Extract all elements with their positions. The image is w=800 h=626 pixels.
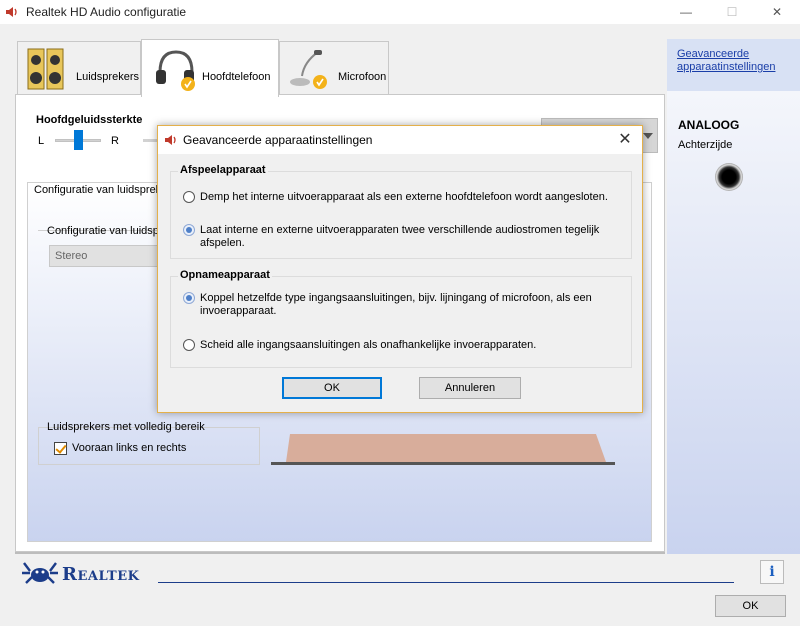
separate-streams-radio[interactable] bbox=[183, 224, 195, 236]
title-bar: Realtek HD Audio configuratie — ☐ ✕ bbox=[0, 0, 800, 24]
front-lr-checkbox-label[interactable]: Vooraan links en rechts bbox=[72, 442, 186, 454]
tie-inputs-radio[interactable] bbox=[183, 292, 195, 304]
recording-group bbox=[170, 276, 632, 368]
maximize-button[interactable]: ☐ bbox=[709, 0, 755, 24]
dialog-ok-button[interactable]: OK bbox=[282, 377, 382, 399]
balance-right-label: R bbox=[111, 135, 119, 147]
speaker-icon bbox=[6, 7, 17, 17]
connector-location: Achterzijde bbox=[678, 139, 733, 151]
speaker-config-subtitle: Configuratie van luidsp bbox=[47, 225, 159, 237]
dialog-title-bar: Geavanceerde apparaatinstellingen ✕ bbox=[158, 126, 642, 154]
master-volume-title: Hoofdgeluidssterkte bbox=[36, 114, 143, 126]
tab-headphones-label: Hoofdtelefoon bbox=[202, 71, 271, 83]
dialog-close-button[interactable]: ✕ bbox=[614, 129, 636, 151]
separate-inputs-radio[interactable] bbox=[183, 339, 195, 351]
window-title: Realtek HD Audio configuratie bbox=[26, 5, 187, 19]
main-ok-button[interactable]: OK bbox=[715, 595, 786, 617]
microphone-icon bbox=[290, 50, 327, 89]
advanced-settings-box: Geavanceerde apparaatinstellingen bbox=[667, 39, 800, 91]
speaker-config-select[interactable]: Stereo bbox=[49, 245, 159, 267]
speaker-config-title: Configuratie van luidspreke bbox=[34, 184, 168, 196]
tie-inputs-label[interactable]: Koppel hetzelfde type ingangsaansluiting… bbox=[200, 292, 620, 318]
balance-left-label: L bbox=[38, 135, 45, 147]
brand-underline bbox=[158, 582, 734, 583]
chevron-down-icon bbox=[643, 133, 653, 139]
room-floor-edge bbox=[271, 462, 615, 465]
audio-jack-icon[interactable] bbox=[715, 163, 743, 191]
advanced-settings-link-line1: Geavanceerde bbox=[677, 48, 750, 60]
playback-group-title: Afspeelapparaat bbox=[178, 164, 268, 176]
close-button[interactable]: ✕ bbox=[754, 0, 800, 24]
info-button[interactable]: i bbox=[760, 560, 784, 584]
speakers-icon bbox=[27, 48, 64, 90]
mute-internal-label[interactable]: Demp het interne uitvoerapparaat als een… bbox=[200, 191, 620, 204]
advanced-settings-dialog: Geavanceerde apparaatinstellingen ✕ Afsp… bbox=[157, 125, 643, 413]
realtek-crab-icon bbox=[22, 562, 58, 584]
headphones-icon bbox=[156, 50, 195, 91]
separate-inputs-label[interactable]: Scheid alle ingangsaansluitingen als ona… bbox=[200, 339, 620, 352]
tab-microphone-label: Microfoon bbox=[338, 71, 387, 83]
minimize-button[interactable]: — bbox=[663, 0, 709, 24]
separate-streams-label[interactable]: Laat interne en externe uitvoerapparaten… bbox=[200, 224, 620, 250]
realtek-brand: Realtek bbox=[62, 564, 140, 585]
connector-title: ANALOOG bbox=[678, 118, 740, 132]
panel-separator bbox=[15, 552, 665, 554]
advanced-settings-link-line2: apparaatinstellingen bbox=[677, 61, 776, 73]
advanced-settings-link[interactable]: Geavanceerde apparaatinstellingen bbox=[677, 48, 775, 74]
tab-microphone[interactable]: Microfoon bbox=[279, 41, 389, 95]
front-lr-checkbox[interactable] bbox=[54, 442, 67, 455]
connector-panel: ANALOOG Achterzijde bbox=[667, 91, 800, 554]
tab-speakers-label: Luidsprekers bbox=[76, 71, 139, 83]
speaker-icon bbox=[165, 135, 176, 145]
dialog-cancel-button[interactable]: Annuleren bbox=[419, 377, 521, 399]
mute-internal-radio[interactable] bbox=[183, 191, 195, 203]
dialog-title: Geavanceerde apparaatinstellingen bbox=[183, 133, 373, 147]
tab-headphones[interactable]: Hoofdtelefoon bbox=[141, 39, 279, 97]
recording-group-title: Opnameapparaat bbox=[178, 269, 272, 281]
fullrange-title: Luidsprekers met volledig bereik bbox=[47, 421, 205, 433]
balance-slider-thumb[interactable] bbox=[74, 130, 83, 150]
tab-speakers[interactable]: Luidsprekers bbox=[17, 41, 141, 95]
room-floor-graphic bbox=[286, 434, 606, 462]
